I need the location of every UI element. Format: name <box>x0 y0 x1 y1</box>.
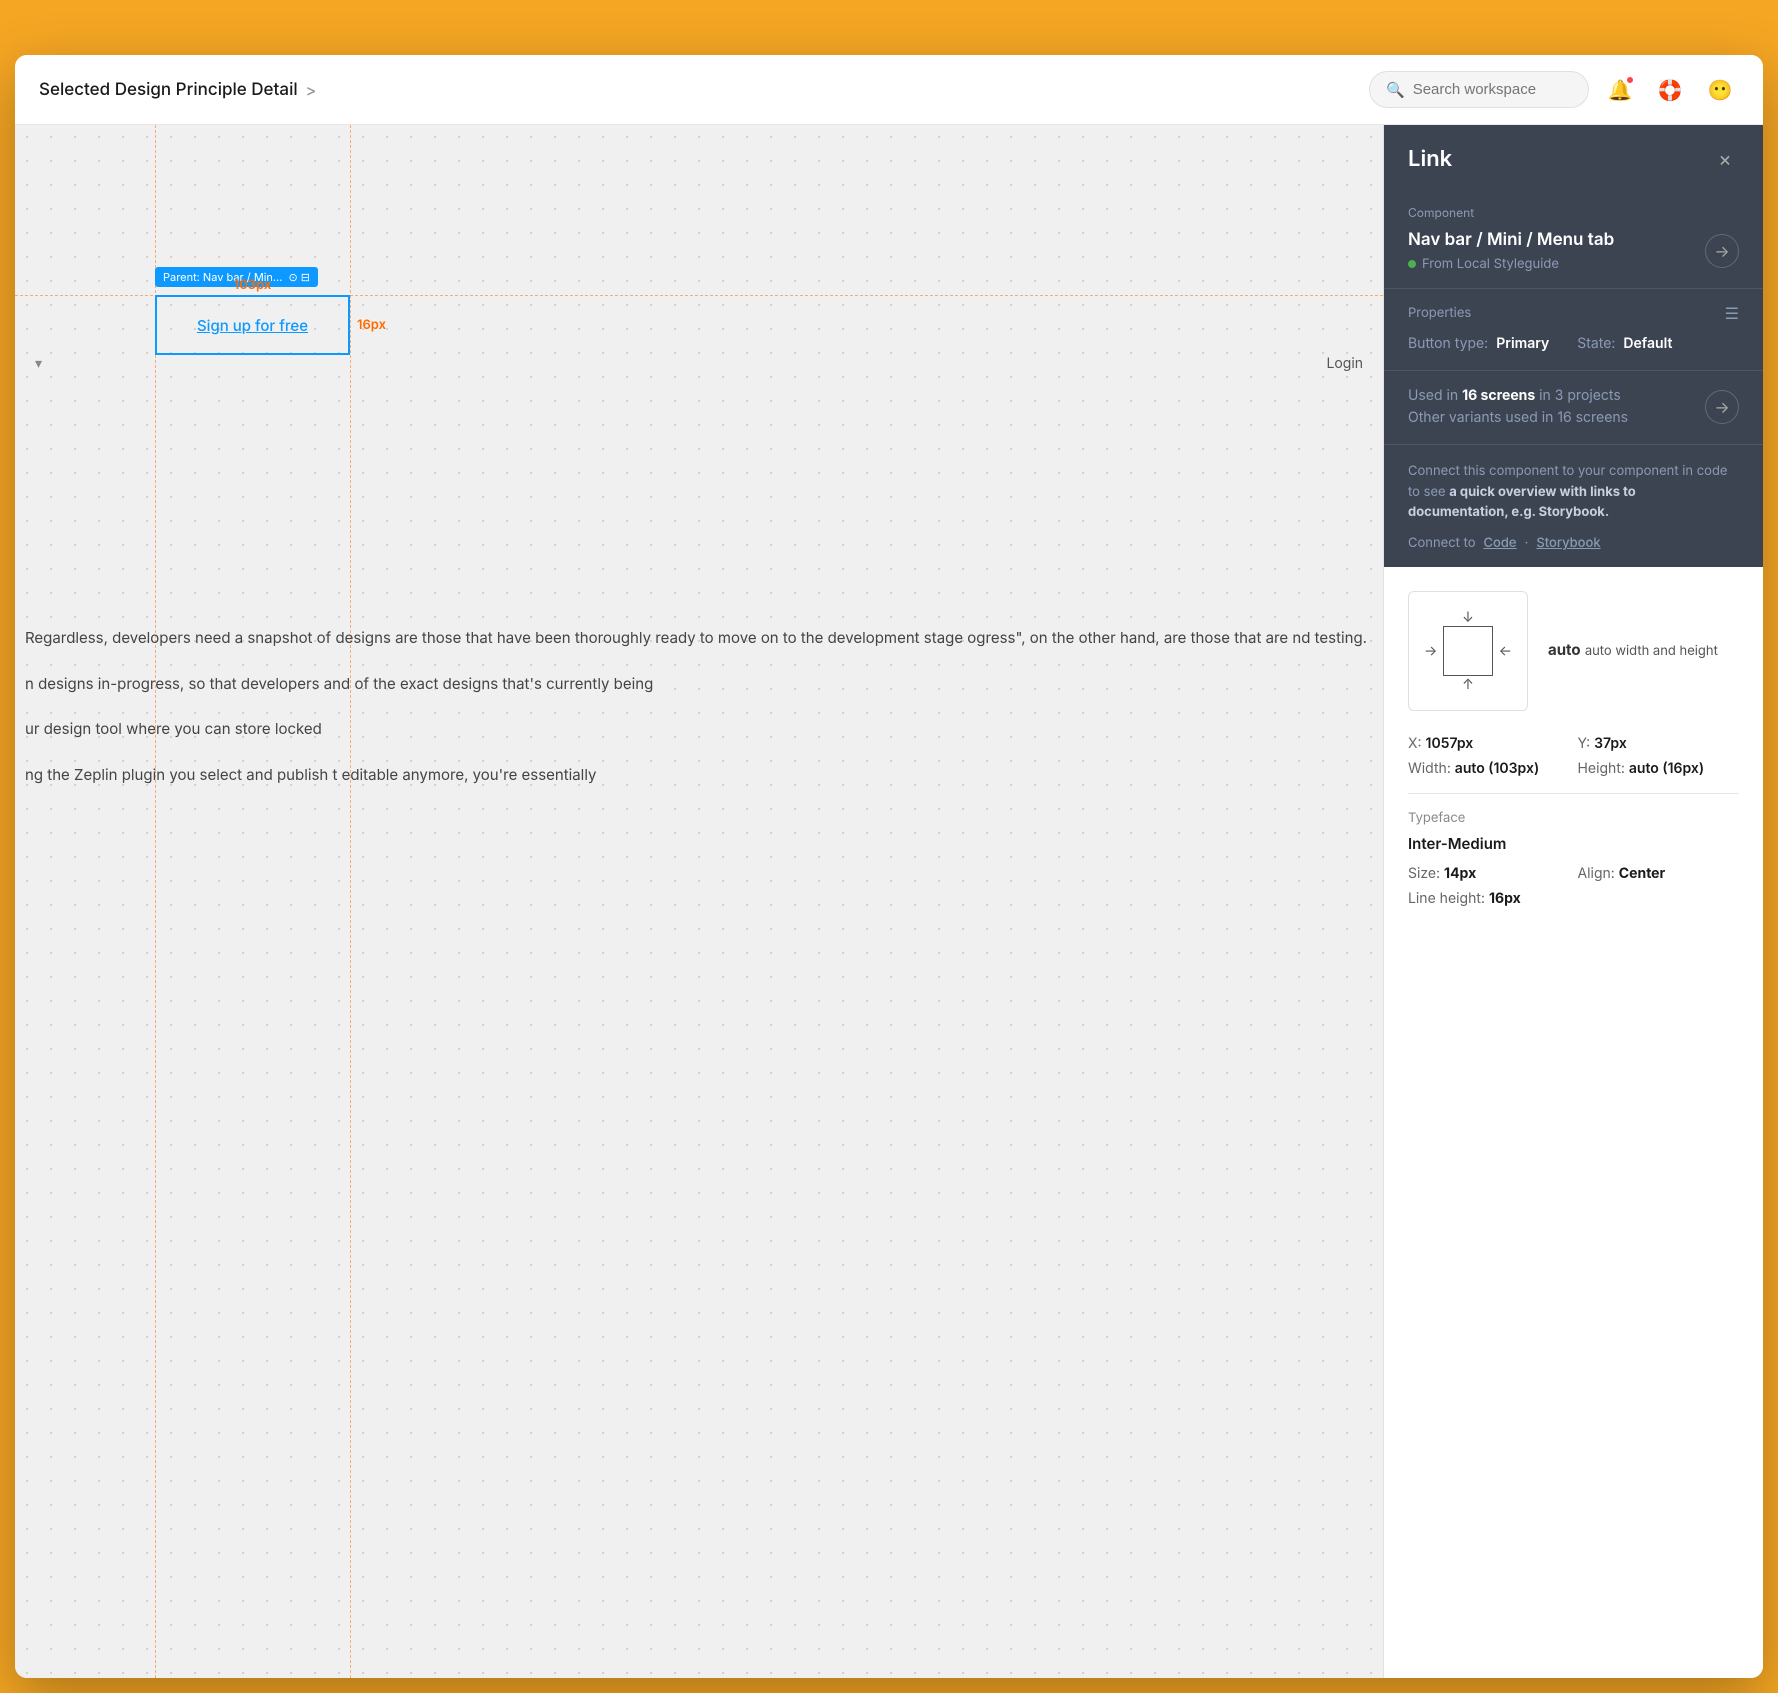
link-panel: Link × Component Nav bar / Mini / Menu t… <box>1384 125 1763 567</box>
line-height-prop: Line height: 16px <box>1408 890 1570 907</box>
dim-auto-label: auto auto width and height <box>1548 640 1739 659</box>
type-props: Size: 14px Align: Center Line height: 16… <box>1408 865 1739 907</box>
typeface-name: Inter-Medium <box>1408 834 1739 853</box>
selected-element-container[interactable]: Parent: Nav bar / Min... ⊙ ⊟ 103px 16px … <box>155 295 350 355</box>
component-nav-button[interactable]: → <box>1705 234 1739 268</box>
connect-section: Connect this component to your component… <box>1384 445 1763 567</box>
properties-label: Properties <box>1408 305 1471 321</box>
connect-code-link[interactable]: Code <box>1484 535 1517 551</box>
arrow-left-icon: → <box>1424 643 1437 660</box>
button-type-row: Button type: Primary State: Default <box>1408 335 1739 352</box>
nav-dropdown-icon: ▾ <box>35 355 42 372</box>
source-text: From Local Styleguide <box>1422 256 1559 272</box>
arrow-right-icon: ← <box>1499 643 1512 660</box>
nav-dropdown: ▾ <box>35 355 42 372</box>
notifications-icon[interactable]: 🔔 <box>1601 71 1639 109</box>
width-coord: Width: auto (103px) <box>1408 760 1570 777</box>
search-icon: 🔍 <box>1386 80 1405 99</box>
dimension-right: 16px <box>357 317 386 333</box>
button-type-value: Primary <box>1496 335 1549 352</box>
parent-label-icons: ⊙ ⊟ <box>288 270 310 284</box>
element-text: Sign up for free <box>157 297 348 353</box>
connect-storybook-link[interactable]: Storybook <box>1536 535 1600 551</box>
connect-links: Connect to Code · Storybook <box>1408 535 1739 551</box>
dimension-inner-box: → ← ↓ ↑ <box>1443 626 1493 676</box>
arrow-top-icon: ↓ <box>1462 609 1474 626</box>
canvas-paragraph-4: ng the Zeplin plugin you select and publ… <box>25 762 1383 788</box>
state-label: State: <box>1577 335 1615 352</box>
breadcrumb-text: Selected Design Principle Detail <box>39 80 298 100</box>
usage-nav-button[interactable]: → <box>1705 390 1739 424</box>
state-value: Default <box>1623 335 1672 352</box>
close-button[interactable]: × <box>1711 145 1739 173</box>
component-name: Nav bar / Mini / Menu tab <box>1408 230 1614 250</box>
canvas-paragraph-1: Regardless, developers need a snapshot o… <box>25 625 1383 651</box>
props-panel: → ← ↓ ↑ auto auto width and height <box>1384 567 1763 931</box>
app-window: Selected Design Principle Detail > 🔍 🔔 🛟… <box>15 55 1763 1678</box>
coord-grid: X: 1057px Y: 37px Width: auto (103px) He… <box>1408 735 1739 777</box>
search-input[interactable] <box>1413 81 1572 98</box>
breadcrumb-arrow: > <box>306 80 317 100</box>
header-bar: Selected Design Principle Detail > 🔍 🔔 🛟… <box>15 55 1763 125</box>
canvas-paragraph-2: n designs in-progress, so that developer… <box>25 671 1383 697</box>
dimension-box: → ← ↓ ↑ auto auto width and height <box>1408 591 1739 711</box>
source-dot <box>1408 260 1416 268</box>
properties-section: Properties ☰ Button type: Primary State:… <box>1384 289 1763 371</box>
component-section-label: Component <box>1408 205 1739 220</box>
canvas-text: Regardless, developers need a snapshot o… <box>15 625 1383 807</box>
usage-line-2: Other variants used in 16 screens <box>1408 407 1628 429</box>
breadcrumb: Selected Design Principle Detail > <box>39 80 316 100</box>
canvas-paragraph-3: ur design tool where you can store locke… <box>25 716 1383 742</box>
dimension-top: 103px <box>234 277 272 293</box>
right-panel: Link × Component Nav bar / Mini / Menu t… <box>1383 125 1763 1678</box>
component-section: Component Nav bar / Mini / Menu tab From… <box>1384 189 1763 289</box>
properties-header: Properties ☰ <box>1408 303 1739 323</box>
x-coord: X: 1057px <box>1408 735 1570 752</box>
dimension-info: auto auto width and height <box>1548 640 1739 663</box>
component-source: From Local Styleguide <box>1408 256 1614 272</box>
link-panel-header: Link × <box>1384 125 1763 189</box>
divider-1 <box>1408 793 1739 794</box>
notification-dot <box>1625 75 1635 85</box>
connect-separator: · <box>1525 535 1529 551</box>
usage-text: Used in 16 screens in 3 projects Other v… <box>1408 385 1628 430</box>
element-border: 103px 16px Sign up for free <box>155 295 350 355</box>
connect-prefix: Connect to <box>1408 535 1476 551</box>
connect-text: Connect this component to your component… <box>1408 461 1739 523</box>
usage-line-1: Used in 16 screens in 3 projects <box>1408 385 1628 407</box>
canvas-area[interactable]: ▾ Login Parent: Nav bar / Min... ⊙ ⊟ 103… <box>15 125 1383 1678</box>
link-title: Link <box>1408 146 1452 172</box>
typeface-label: Typeface <box>1408 810 1739 826</box>
search-bar[interactable]: 🔍 <box>1369 71 1589 108</box>
typeface-section: Typeface Inter-Medium Size: 14px Align: … <box>1408 810 1739 907</box>
nav-login: Login <box>1326 355 1363 372</box>
dimension-visual: → ← ↓ ↑ <box>1408 591 1528 711</box>
help-icon[interactable]: 🛟 <box>1651 71 1689 109</box>
user-avatar[interactable]: 😶 <box>1701 71 1739 109</box>
main-content: ▾ Login Parent: Nav bar / Min... ⊙ ⊟ 103… <box>15 125 1763 1678</box>
component-row: Nav bar / Mini / Menu tab From Local Sty… <box>1408 230 1739 272</box>
properties-menu-icon[interactable]: ☰ <box>1725 303 1739 323</box>
y-coord: Y: 37px <box>1578 735 1740 752</box>
arrow-bottom-icon: ↑ <box>1462 676 1474 693</box>
align-prop: Align: Center <box>1578 865 1740 882</box>
size-prop: Size: 14px <box>1408 865 1570 882</box>
component-info: Nav bar / Mini / Menu tab From Local Sty… <box>1408 230 1614 272</box>
height-coord: Height: auto (16px) <box>1578 760 1740 777</box>
button-type-label: Button type: <box>1408 335 1488 352</box>
header-right: 🔍 🔔 🛟 😶 <box>1369 71 1739 109</box>
usage-section: Used in 16 screens in 3 projects Other v… <box>1384 371 1763 445</box>
